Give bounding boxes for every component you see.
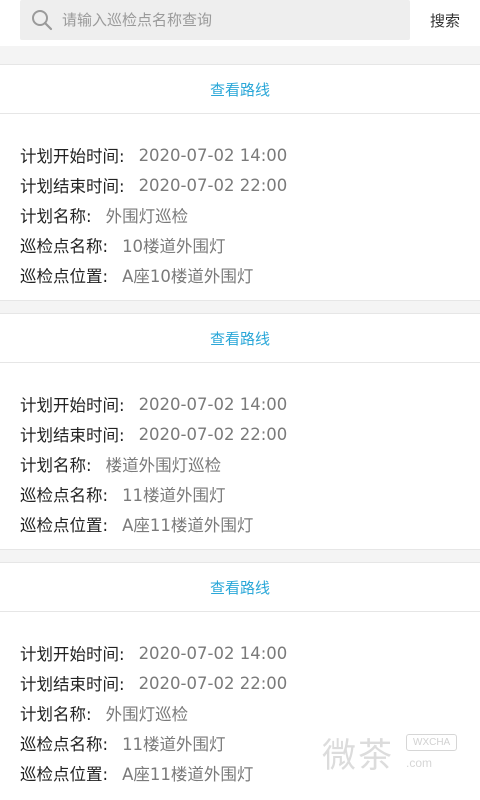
plan-start-row: 计划开始时间: 2020-07-02 14:00 [20, 140, 480, 170]
view-route-link[interactable]: 查看路线 [0, 563, 480, 612]
point-name-row: 巡检点名称: 10楼道外围灯 [20, 230, 480, 260]
point-location-row: 巡检点位置: A座11楼道外围灯 [20, 509, 480, 539]
inspection-card: 计划开始时间: 2020-07-02 14:00 计划结束时间: 2020-07… [0, 612, 480, 798]
point-location-label: 巡检点位置: [20, 765, 109, 784]
plan-name-row: 计划名称: 外围灯巡检 [20, 200, 480, 230]
plan-start-row: 计划开始时间: 2020-07-02 14:00 [20, 638, 480, 668]
point-location-value: A座11楼道外围灯 [122, 516, 254, 535]
top-search-bar: 搜索 [0, 0, 480, 46]
plan-name-value: 外围灯巡检 [105, 207, 189, 226]
point-location-value: A座11楼道外围灯 [122, 765, 254, 784]
search-input[interactable] [60, 10, 394, 30]
point-name-row: 巡检点名称: 11楼道外围灯 [20, 479, 480, 509]
plan-end-value: 2020-07-02 22:00 [138, 673, 288, 693]
search-box[interactable] [20, 0, 410, 40]
plan-end-value: 2020-07-02 22:00 [138, 175, 288, 195]
point-name-value: 10楼道外围灯 [122, 237, 226, 256]
plan-end-row: 计划结束时间: 2020-07-02 22:00 [20, 419, 480, 449]
inspection-list: 查看路线 计划开始时间: 2020-07-02 14:00 计划结束时间: 20… [0, 46, 480, 798]
view-route-link[interactable]: 查看路线 [0, 65, 480, 114]
search-button[interactable]: 搜索 [416, 0, 474, 40]
point-location-row: 巡检点位置: A座10楼道外围灯 [20, 260, 480, 290]
plan-start-label: 计划开始时间: [20, 147, 125, 166]
plan-start-value: 2020-07-02 14:00 [138, 643, 288, 663]
plan-name-row: 计划名称: 外围灯巡检 [20, 698, 480, 728]
point-name-row: 巡检点名称: 11楼道外围灯 [20, 728, 480, 758]
plan-end-label: 计划结束时间: [20, 675, 125, 694]
plan-end-row: 计划结束时间: 2020-07-02 22:00 [20, 668, 480, 698]
point-name-value: 11楼道外围灯 [122, 735, 226, 754]
plan-name-label: 计划名称: [20, 705, 92, 724]
view-route-link[interactable]: 查看路线 [0, 314, 480, 363]
plan-start-label: 计划开始时间: [20, 396, 125, 415]
plan-start-row: 计划开始时间: 2020-07-02 14:00 [20, 389, 480, 419]
inspection-card: 计划开始时间: 2020-07-02 14:00 计划结束时间: 2020-07… [0, 114, 480, 300]
plan-end-label: 计划结束时间: [20, 426, 125, 445]
point-location-label: 巡检点位置: [20, 267, 109, 286]
plan-name-label: 计划名称: [20, 207, 92, 226]
plan-end-value: 2020-07-02 22:00 [138, 424, 288, 444]
plan-end-row: 计划结束时间: 2020-07-02 22:00 [20, 170, 480, 200]
plan-end-label: 计划结束时间: [20, 177, 125, 196]
point-location-label: 巡检点位置: [20, 516, 109, 535]
search-icon [28, 6, 56, 34]
plan-name-value: 外围灯巡检 [105, 705, 189, 724]
plan-name-label: 计划名称: [20, 456, 92, 475]
card-separator [0, 300, 480, 314]
point-location-value: A座10楼道外围灯 [122, 267, 254, 286]
inspection-card: 计划开始时间: 2020-07-02 14:00 计划结束时间: 2020-07… [0, 363, 480, 549]
plan-name-row: 计划名称: 楼道外围灯巡检 [20, 449, 480, 479]
plan-start-label: 计划开始时间: [20, 645, 125, 664]
plan-name-value: 楼道外围灯巡检 [105, 456, 222, 475]
point-name-value: 11楼道外围灯 [122, 486, 226, 505]
card-separator [0, 549, 480, 563]
plan-start-value: 2020-07-02 14:00 [138, 145, 288, 165]
list-top-gap [0, 46, 480, 65]
point-name-label: 巡检点名称: [20, 237, 109, 256]
point-name-label: 巡检点名称: [20, 486, 109, 505]
plan-start-value: 2020-07-02 14:00 [138, 394, 288, 414]
point-name-label: 巡检点名称: [20, 735, 109, 754]
point-location-row: 巡检点位置: A座11楼道外围灯 [20, 758, 480, 788]
